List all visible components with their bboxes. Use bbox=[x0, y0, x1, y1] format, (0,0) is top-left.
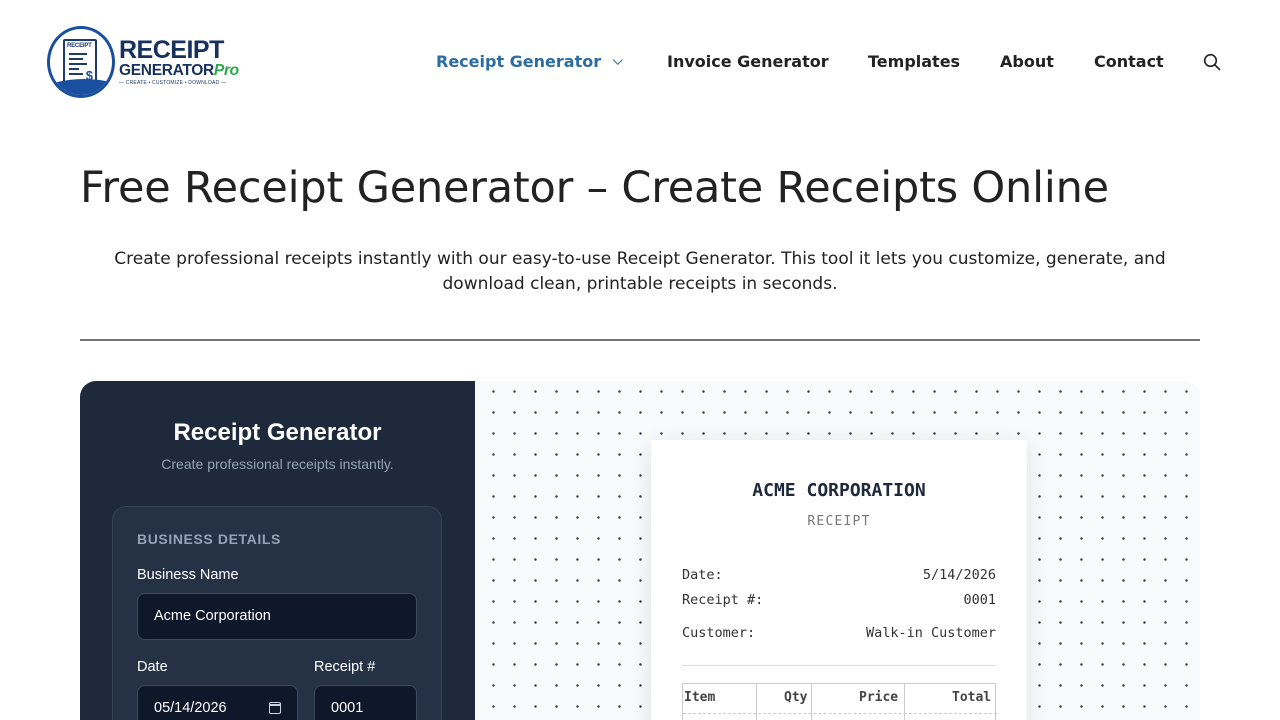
calendar-icon[interactable] bbox=[268, 702, 281, 714]
nav-receipt-generator[interactable]: Receipt Generator bbox=[436, 51, 623, 73]
date-input[interactable]: 05/14/2026 bbox=[137, 685, 298, 720]
column-divider bbox=[811, 684, 812, 720]
nav-invoice-generator[interactable]: Invoice Generator bbox=[667, 51, 829, 73]
logo-doc-tag: RECEIPT bbox=[67, 43, 92, 49]
column-qty: Qty bbox=[784, 690, 808, 705]
business-name-label: Business Name bbox=[137, 567, 239, 583]
receipt-company-name: ACME CORPORATION bbox=[752, 480, 926, 501]
column-price: Price bbox=[859, 690, 899, 705]
nav-templates[interactable]: Templates bbox=[868, 51, 960, 73]
receipt-table-header bbox=[683, 684, 997, 714]
section-label: BUSINESS DETAILS bbox=[137, 531, 281, 547]
site-header: RECEIPT $ RECEIPT GENERATORPro — CREATE … bbox=[0, 0, 1280, 122]
logo-tagline: — CREATE • CUSTOMIZE • DOWNLOAD — bbox=[119, 80, 227, 86]
receipt-generator-app: Receipt Generator Create professional re… bbox=[80, 381, 1200, 720]
receipt-preview-area: ACME CORPORATION RECEIPT Date: 5/14/2026 … bbox=[475, 381, 1200, 720]
receipt-number-input[interactable]: 0001 bbox=[314, 685, 417, 720]
receipt-preview: ACME CORPORATION RECEIPT Date: 5/14/2026 … bbox=[651, 440, 1027, 720]
app-title: Receipt Generator bbox=[173, 419, 382, 446]
business-name-input[interactable]: Acme Corporation bbox=[137, 593, 417, 640]
column-divider bbox=[904, 684, 905, 720]
receipt-items-table: Item Qty Price Total bbox=[682, 683, 997, 720]
date-label: Date bbox=[137, 659, 168, 675]
column-divider bbox=[756, 684, 757, 720]
column-item: Item bbox=[684, 690, 716, 705]
receipt-kind-label: RECEIPT bbox=[807, 514, 871, 529]
chevron-down-icon bbox=[612, 55, 623, 65]
section-divider bbox=[80, 339, 1200, 341]
business-details-card: BUSINESS DETAILS Business Name Acme Corp… bbox=[112, 506, 442, 720]
receipt-separator bbox=[682, 665, 996, 666]
app-subtitle: Create professional receipts instantly. bbox=[161, 456, 394, 472]
intro-paragraph: Create professional receipts instantly w… bbox=[114, 249, 1166, 294]
logo-wave bbox=[50, 79, 112, 95]
generator-form-panel: Receipt Generator Create professional re… bbox=[80, 381, 475, 720]
receipt-number-label: Receipt # bbox=[314, 659, 376, 675]
nav-contact[interactable]: Contact bbox=[1094, 51, 1164, 73]
column-total: Total bbox=[952, 690, 992, 705]
page-title: Free Receipt Generator – Create Receipts… bbox=[80, 163, 1109, 213]
nav-about[interactable]: About bbox=[1000, 51, 1054, 73]
main-nav: Receipt Generator Invoice Generator Temp… bbox=[0, 51, 1280, 73]
search-icon[interactable] bbox=[1203, 53, 1221, 71]
